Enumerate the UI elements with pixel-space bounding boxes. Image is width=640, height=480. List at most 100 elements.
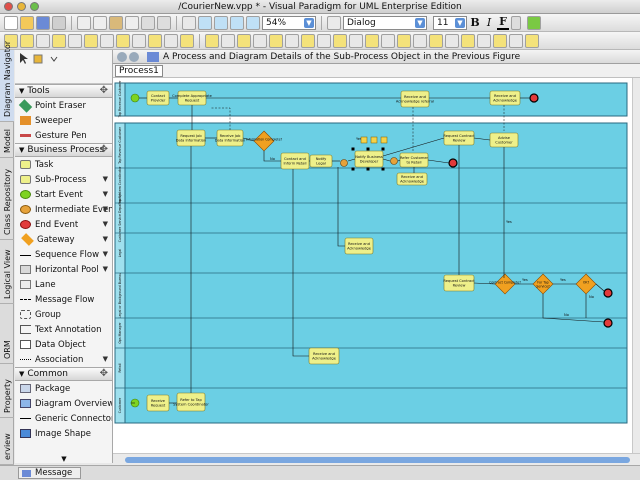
diagram-tool-icon[interactable] [365,33,379,48]
bpmn-diagram[interactable]: Tap Revenue CustomerTap System Coordinat… [113,78,632,453]
back-icon[interactable] [117,52,127,62]
diagram-tool-icon[interactable] [68,33,82,48]
chevron-down-icon[interactable]: ▼ [103,355,108,363]
diagram-tool-icon[interactable] [509,33,523,48]
diagram-tool-icon[interactable] [349,33,363,48]
bpmn-end-event[interactable] [603,318,613,328]
palette-item-data-object[interactable]: Data Object [15,337,112,352]
palette-group-business-process[interactable]: ▼ Business Process ✥ [15,143,112,157]
palette-item-gateway[interactable]: Gateway ▼ [15,232,112,247]
diagram-tool-icon[interactable] [445,33,459,48]
diagram-tool-icon[interactable] [333,33,347,48]
palette-item-task[interactable]: Task [15,157,112,172]
selection-handle[interactable] [366,167,370,171]
diagram-tool-icon[interactable] [132,33,146,48]
palette-item-start-event[interactable]: Start Event ▼ [15,187,112,202]
zoom-combo[interactable]: 54% ▼ [262,15,316,30]
palette-item-image-shape[interactable]: Image Shape [15,426,112,441]
fill-dropdown-icon[interactable] [511,15,521,30]
chevron-down-icon[interactable]: ▼ [103,190,108,198]
print-icon[interactable] [52,15,66,30]
palette-item-text-annotation[interactable]: Text Annotation [15,322,112,337]
tab-message[interactable]: Message [18,467,82,479]
diagram-tool-icon[interactable] [205,33,219,48]
resource-catalog-icon[interactable] [380,136,388,144]
minimize-window-button[interactable] [17,2,26,11]
palette-item-message-flow[interactable]: Message Flow [15,292,112,307]
bpmn-end-event[interactable] [448,158,458,168]
zoom-out-icon[interactable] [214,15,228,30]
diagram-tool-icon[interactable] [461,33,475,48]
grid-icon[interactable] [182,15,196,30]
selection-handle[interactable] [351,167,355,171]
diagram-tool-icon[interactable] [36,33,50,48]
palette-scroll-down[interactable]: ▼ [15,455,112,463]
font-color-button[interactable]: F [497,15,509,30]
diagram-tool-icon[interactable] [116,33,130,48]
scrollbar-thumb[interactable] [125,457,630,463]
palette-item-lane[interactable]: Lane [15,277,112,292]
diagram-tool-icon[interactable] [397,33,411,48]
selection-handle[interactable] [351,147,355,151]
pin-icon[interactable]: ✥ [100,144,108,155]
palette-item-intermediate-event[interactable]: Intermediate Event ▼ [15,202,112,217]
diagram-tool-icon[interactable] [180,33,194,48]
diagram-tool-icon[interactable] [269,33,283,48]
zoom-in-icon[interactable] [198,15,212,30]
diagram-tool-icon[interactable] [477,33,491,48]
diagram-tool-icon[interactable] [317,33,331,48]
palette-item-generic-connector[interactable]: Generic Connector [15,411,112,426]
palette-item-package[interactable]: Package [15,381,112,396]
vertical-scrollbar[interactable] [632,78,640,453]
font-size-combo[interactable]: 11 ▼ [433,15,467,30]
copy-icon[interactable] [93,15,107,30]
zoom-actual-icon[interactable] [246,15,260,30]
diagram-tool-icon[interactable] [84,33,98,48]
breadcrumb-item-process[interactable]: Process1 [115,65,163,77]
help-icon[interactable] [527,15,541,30]
palette-item-horizontal-pool[interactable]: Horizontal Pool ▼ [15,262,112,277]
font-name-combo[interactable]: Dialog ▼ [343,15,427,30]
diagram-tool-icon[interactable] [413,33,427,48]
cut-icon[interactable] [77,15,91,30]
chevron-down-icon[interactable] [50,56,58,62]
italic-button[interactable]: I [483,16,495,29]
text-format-icon[interactable] [327,15,341,30]
tab-diagram-navigator[interactable]: Diagram Navigator [0,41,14,122]
bpmn-intermediate-event[interactable] [390,157,398,165]
chevron-down-icon[interactable]: ▼ [103,205,108,213]
tab-logical-view[interactable]: Logical View [0,240,14,304]
chevron-down-icon[interactable]: ▼ [103,250,108,258]
diagram-tool-icon[interactable] [148,33,162,48]
horizontal-scrollbar[interactable] [113,453,640,465]
diagram-tool-icon[interactable] [253,33,267,48]
palette-item-end-event[interactable]: End Event ▼ [15,217,112,232]
pin-icon[interactable]: ✥ [100,85,108,96]
diagram-tool-icon[interactable] [429,33,443,48]
tab-overview[interactable]: erview [0,418,14,465]
bold-button[interactable]: B [469,16,481,29]
delete-icon[interactable] [125,15,139,30]
tab-property[interactable]: Property [0,364,14,418]
tab-model[interactable]: Model [0,122,14,158]
redo-icon[interactable] [157,15,171,30]
palette-item-point-eraser[interactable]: Point Eraser [15,98,112,113]
palette-item-association[interactable]: Association ▼ [15,352,112,367]
forward-icon[interactable] [129,52,139,62]
selection-handle[interactable] [381,147,385,151]
paste-icon[interactable] [109,15,123,30]
diagram-tool-icon[interactable] [493,33,507,48]
resource-catalog-icon[interactable] [370,136,378,144]
diagram-tool-icon[interactable] [285,33,299,48]
selection-handle[interactable] [381,167,385,171]
palette-group-tools[interactable]: ▼ Tools ✥ [15,84,112,98]
palette-item-sub-process[interactable]: Sub-Process ▼ [15,172,112,187]
tab-class-repository[interactable]: Class Repository [0,158,14,240]
zoom-window-button[interactable] [30,2,39,11]
bpmn-end-event[interactable] [603,288,613,298]
palette-item-gesture-pen[interactable]: Gesture Pen [15,128,112,143]
open-project-icon[interactable] [20,15,34,30]
lock-icon[interactable] [33,54,43,64]
tab-orm[interactable]: ORM [0,304,14,364]
diagram-tool-icon[interactable] [237,33,251,48]
